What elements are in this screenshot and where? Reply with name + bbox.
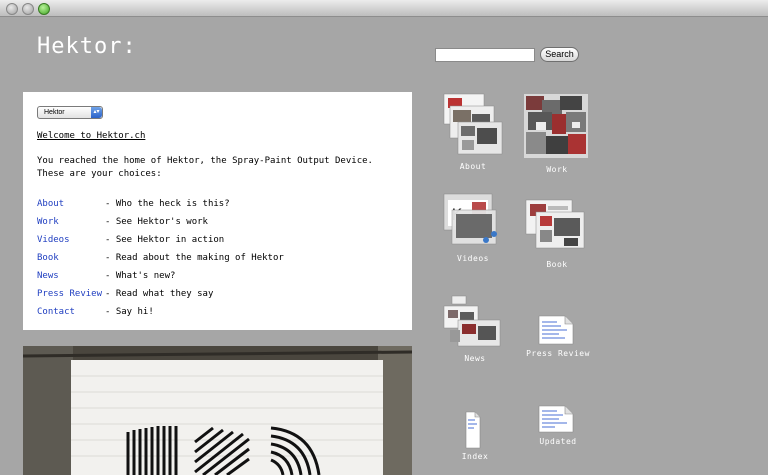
close-window-button[interactable] bbox=[6, 3, 18, 15]
choices-menu: About - Who the heck is this? Work - See H… bbox=[37, 195, 284, 321]
menu-desc: - Read what they say bbox=[105, 289, 214, 299]
videos-screenshots-icon: K bbox=[443, 193, 497, 245]
menu-link-book[interactable]: Book bbox=[37, 249, 105, 267]
press-review-icon-link[interactable]: Press Review bbox=[513, 312, 603, 362]
zoom-window-button[interactable] bbox=[38, 3, 50, 15]
about-icon-link[interactable]: About bbox=[428, 90, 518, 174]
menu-link-press-review[interactable]: Press Review bbox=[37, 285, 105, 303]
menu-link-videos[interactable]: Videos bbox=[37, 231, 105, 249]
intro-line-2: These are your choices: bbox=[37, 169, 162, 179]
search-button[interactable]: Search bbox=[540, 47, 579, 62]
press-review-document-icon bbox=[538, 315, 574, 345]
menu-desc: - See Hektor in action bbox=[105, 235, 225, 245]
menu-row-videos: Videos - See Hektor in action bbox=[37, 231, 284, 249]
menu-link-about[interactable]: About bbox=[37, 195, 105, 213]
site-title: Hektor: bbox=[37, 34, 137, 59]
book-icon-link[interactable]: Book bbox=[512, 196, 602, 276]
menu-row-press-review: Press Review - Read what they say bbox=[37, 285, 284, 303]
section-select[interactable]: Hektor ▴▾ bbox=[37, 106, 103, 119]
menu-row-contact: Contact - Say hi! bbox=[37, 303, 284, 321]
icon-label-updated: Updated bbox=[539, 437, 577, 446]
select-arrows-icon: ▴▾ bbox=[91, 107, 102, 118]
menu-desc: - Who the heck is this? bbox=[105, 199, 230, 209]
work-icon-link[interactable]: Work bbox=[512, 90, 602, 176]
index-icon-link[interactable]: Index bbox=[430, 408, 520, 464]
videos-icon-link[interactable]: K Videos bbox=[428, 190, 518, 270]
icon-label-news: News bbox=[464, 354, 486, 363]
intro-line-1: You reached the home of Hektor, the Spra… bbox=[37, 156, 373, 166]
index-document-icon bbox=[465, 411, 481, 449]
menu-desc: - Read about the making of Hektor bbox=[105, 253, 284, 263]
menu-desc: - Say hi! bbox=[105, 307, 154, 317]
news-icon-link[interactable]: News bbox=[430, 290, 520, 370]
window-titlebar bbox=[0, 0, 768, 17]
minimize-window-button[interactable] bbox=[22, 3, 34, 15]
menu-row-work: Work - See Hektor's work bbox=[37, 213, 284, 231]
icon-label-press-review: Press Review bbox=[526, 349, 590, 358]
icon-label-book: Book bbox=[546, 260, 568, 269]
menu-row-news: News - What's new? bbox=[37, 267, 284, 285]
menu-row-about: About - Who the heck is this? bbox=[37, 195, 284, 213]
icon-label-work: Work bbox=[546, 165, 568, 174]
icon-label-about: About bbox=[459, 162, 487, 171]
section-select-value: Hektor bbox=[44, 109, 65, 116]
updated-document-icon bbox=[538, 405, 574, 433]
menu-link-contact[interactable]: Contact bbox=[37, 303, 105, 321]
menu-link-news[interactable]: News bbox=[37, 267, 105, 285]
menu-desc: - What's new? bbox=[105, 271, 176, 281]
icon-label-videos: Videos bbox=[457, 254, 489, 263]
updated-icon-link[interactable]: Updated bbox=[513, 402, 603, 452]
menu-desc: - See Hektor's work bbox=[105, 217, 208, 227]
about-screenshots-icon bbox=[443, 93, 503, 155]
menu-row-book: Book - Read about the making of Hektor bbox=[37, 249, 284, 267]
welcome-heading: Welcome to Hektor.ch bbox=[37, 131, 146, 141]
work-screenshots-icon bbox=[524, 94, 588, 158]
hektor-wall-photo bbox=[23, 346, 412, 475]
wall-photo-graphic bbox=[23, 346, 412, 475]
book-screenshots-icon bbox=[525, 199, 585, 249]
menu-link-work[interactable]: Work bbox=[37, 213, 105, 231]
search-input[interactable] bbox=[435, 48, 535, 62]
content-panel: Hektor ▴▾ Welcome to Hektor.ch You reach… bbox=[23, 92, 412, 330]
icon-label-index: Index bbox=[461, 452, 489, 461]
news-screenshots-icon bbox=[443, 295, 501, 347]
intro-text: You reached the home of Hektor, the Spra… bbox=[37, 155, 373, 181]
